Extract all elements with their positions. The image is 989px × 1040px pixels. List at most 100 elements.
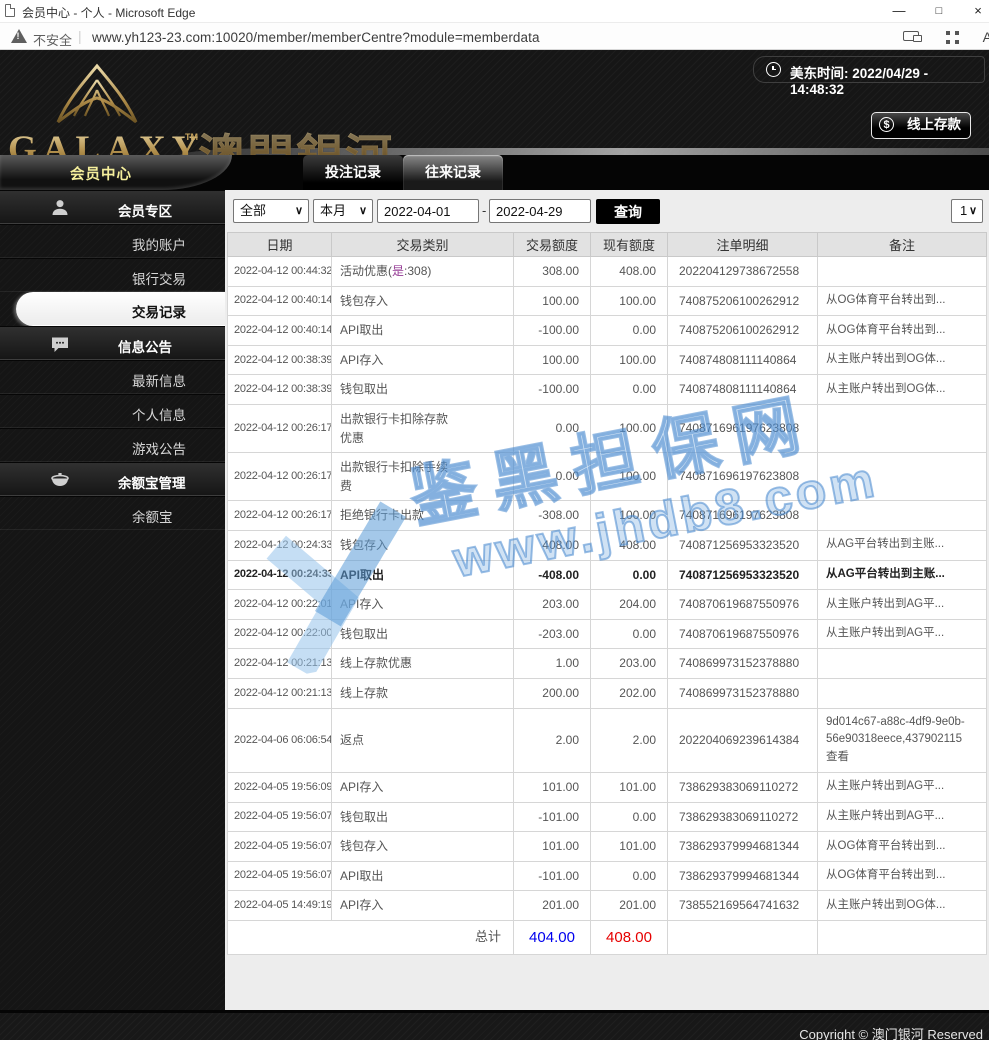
cell-date: 2022-04-05 19:56:09 <box>227 771 332 803</box>
url-text[interactable]: www.yh123-23.com:10020/member/memberCent… <box>92 30 540 45</box>
cell-type: 钱包存入 <box>331 285 514 317</box>
column-header: 备注 <box>817 232 987 257</box>
table-row: 2022-04-12 00:22:00 钱包取出 -203.00 0.00 740870… <box>227 618 987 650</box>
table-row: 2022-04-05 14:49:19 API存入 201.00 201.00 7385… <box>227 890 987 921</box>
cell-remark <box>817 452 987 502</box>
cell-remark <box>817 500 987 531</box>
cell-bet-detail: 202204129738672558 <box>667 256 818 287</box>
table-row: 2022-04-12 00:21:13 线上存款 200.00 202.00 74086… <box>227 677 987 709</box>
table-row: 2022-04-12 00:26:17 出款银行卡扣除存款优惠 0.00 100.00… <box>227 403 987 454</box>
cell-amount: 100.00 <box>513 344 591 376</box>
sidebar-item[interactable]: 我的账户 <box>0 224 225 258</box>
total-balance: 408.00 <box>590 919 668 956</box>
sidebar-item[interactable]: 银行交易 <box>0 258 225 292</box>
sidebar-item-label: 交易记录 <box>132 305 186 320</box>
cell-bet-detail: 738629379994681344 <box>667 860 818 892</box>
cell-remark: 9d014c67-a88c-4df9-9e0b-56e90318eece,437… <box>817 707 987 773</box>
cell-bet-detail: 738629379994681344 <box>667 831 818 862</box>
remark-view-link[interactable]: 查看 <box>826 749 978 767</box>
person-icon <box>50 198 70 218</box>
cell-balance: 100.00 <box>590 344 668 376</box>
cell-remark <box>817 403 987 454</box>
cell-balance: 201.00 <box>590 890 668 921</box>
sidebar-section-label: 会员专区 <box>118 204 172 219</box>
cell-bet-detail: 740871256953323520 <box>667 559 818 591</box>
cell-amount: 1.00 <box>513 648 591 679</box>
cell-bet-detail: 740874808111140864 <box>667 374 818 405</box>
table-row: 2022-04-12 00:38:39 钱包取出 -100.00 0.00 740874… <box>227 374 987 405</box>
date-to-input[interactable] <box>489 199 591 223</box>
type-link[interactable]: 是 <box>392 264 404 278</box>
sidebar-item-label: 银行交易 <box>132 272 186 287</box>
sidebar-section-header[interactable]: 会员专区 <box>0 190 225 224</box>
cell-amount: 101.00 <box>513 771 591 803</box>
sidebar-item-label: 余额宝 <box>132 510 173 525</box>
sidebar-item[interactable]: 个人信息 <box>0 394 225 428</box>
not-secure-label[interactable]: 不安全 <box>33 30 72 49</box>
cell-remark: 从OG体育平台转出到... <box>817 315 987 346</box>
cell-balance: 100.00 <box>590 285 668 317</box>
cell-date: 2022-04-12 00:26:17 <box>227 500 332 531</box>
cell-amount: 200.00 <box>513 677 591 709</box>
search-button[interactable]: 查询 <box>596 199 660 224</box>
address-bar[interactable]: 不安全 | www.yh123-23.com:10020/member/memb… <box>0 22 989 50</box>
transactions-table-wrap: 日期 交易类别 交易额度 现有额度 注单明细 备注 2022-04-12 00:44:32… <box>227 232 987 956</box>
cell-bet-detail: 738629383069110272 <box>667 801 818 833</box>
cell-remark <box>817 256 987 287</box>
cell-amount: 203.00 <box>513 589 591 620</box>
minimize-button[interactable]: — <box>884 0 914 22</box>
close-button[interactable]: × <box>963 0 989 22</box>
date-range-select[interactable]: 本月 ∨ <box>313 199 373 223</box>
not-secure-warning-icon <box>11 29 27 43</box>
cell-remark: 从主账户转出到OG体... <box>817 344 987 376</box>
member-center-header: 会员中心 <box>0 155 232 190</box>
table-row: 2022-04-12 00:21:13 线上存款优惠 1.00 203.00 74086… <box>227 648 987 679</box>
cell-date: 2022-04-12 00:40:14 <box>227 285 332 317</box>
server-time-frame: 美东时间: 2022/04/29 - 14:48:32 <box>753 56 985 97</box>
cell-remark: 从AG平台转出到主账... <box>817 559 987 591</box>
tab-transaction-records[interactable]: 往来记录 <box>403 155 503 190</box>
cell-type: 钱包存入 <box>331 831 514 862</box>
cell-date: 2022-04-12 00:26:17 <box>227 452 332 502</box>
device-icon[interactable] <box>903 31 922 42</box>
cell-bet-detail: 740870619687550976 <box>667 589 818 620</box>
total-empty <box>667 919 818 956</box>
maximize-button[interactable]: □ <box>924 0 954 22</box>
column-header: 现有额度 <box>590 232 668 257</box>
filter-bar: 全部∨ 本月∨ - 查询 1∨ <box>225 199 989 225</box>
cell-bet-detail: 202204069239614384 <box>667 707 818 773</box>
cell-type: API存入 <box>331 589 514 620</box>
cell-amount: -308.00 <box>513 500 591 531</box>
page-header: GALAXY TM MACAU 澳門銀河 美东时间: 2022/04/29 - … <box>0 50 989 185</box>
copyright-text: Copyright © 澳门银河 Reserved <box>799 1027 983 1040</box>
cell-balance: 408.00 <box>590 256 668 287</box>
cell-remark: 从OG体育平台转出到... <box>817 860 987 892</box>
date-from-input[interactable] <box>377 199 479 223</box>
sidebar-item[interactable]: 最新信息 <box>0 360 225 394</box>
nav-bar: 会员中心 投注记录 往来记录 <box>0 155 989 190</box>
cell-balance: 100.00 <box>590 403 668 454</box>
transaction-type-select[interactable]: 全部 ∨ <box>233 199 309 223</box>
apps-grid-icon[interactable] <box>946 31 959 44</box>
profile-letter-icon[interactable]: A <box>983 29 989 45</box>
cell-type: API取出 <box>331 559 514 591</box>
table-row: 2022-04-12 00:22:01 API存入 203.00 204.00 7408… <box>227 589 987 620</box>
tab-betting-records[interactable]: 投注记录 <box>303 155 403 190</box>
cell-date: 2022-04-12 00:38:39 <box>227 374 332 405</box>
sidebar-item-label: 游戏公告 <box>132 442 186 457</box>
cell-amount: -203.00 <box>513 618 591 650</box>
sidebar-item[interactable]: 余额宝 <box>0 496 225 530</box>
cell-date: 2022-04-12 00:21:13 <box>227 648 332 679</box>
cell-balance: 0.00 <box>590 559 668 591</box>
cell-bet-detail: 740874808111140864 <box>667 344 818 376</box>
page-select[interactable]: 1 ∨ <box>951 199 983 223</box>
column-header: 交易额度 <box>513 232 591 257</box>
sidebar-section-header[interactable]: 余额宝管理 <box>0 462 225 496</box>
cell-amount: 100.00 <box>513 285 591 317</box>
sidebar-section-header[interactable]: 信息公告 <box>0 326 225 360</box>
cell-amount: -100.00 <box>513 315 591 346</box>
sidebar-item[interactable]: 交易记录 <box>16 292 225 326</box>
online-deposit-button[interactable]: $ 线上存款 <box>871 112 971 139</box>
sidebar-item[interactable]: 游戏公告 <box>0 428 225 462</box>
chevron-down-icon: ∨ <box>968 205 977 217</box>
